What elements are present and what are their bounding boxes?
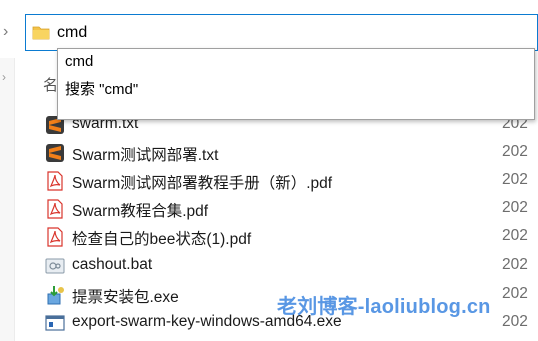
pdf-icon: [47, 171, 63, 191]
autocomplete-option-search[interactable]: 搜索 "cmd": [65, 78, 138, 99]
file-name: Swarm教程合集.pdf: [72, 203, 209, 220]
batch-file-icon: [45, 258, 65, 274]
sublime-text-icon: [46, 144, 64, 162]
file-row[interactable]: 检查自己的bee状态(1).pdf 202: [40, 223, 538, 251]
folder-icon: [32, 26, 50, 40]
file-name: cashout.bat: [72, 256, 153, 273]
navigation-pane[interactable]: ›: [0, 58, 15, 341]
installer-icon: [47, 286, 64, 305]
watermark-text: 老刘博客-laoliublog.cn: [277, 296, 491, 318]
file-date: 202: [502, 171, 528, 188]
file-name: 提票安装包.exe: [72, 289, 179, 306]
file-name: Swarm测试网部署教程手册（新）.pdf: [72, 175, 333, 192]
file-date: 202: [502, 227, 528, 244]
file-date: 202: [502, 256, 528, 273]
address-input[interactable]: cmd: [57, 24, 87, 42]
file-date: 202: [502, 199, 528, 216]
exe-window-icon: [45, 315, 65, 331]
file-date: 202: [502, 143, 528, 160]
file-name: 检查自己的bee状态(1).pdf: [72, 231, 252, 248]
file-row[interactable]: Swarm测试网部署.txt 202: [40, 139, 538, 167]
autocomplete-option-cmd[interactable]: cmd: [65, 53, 93, 70]
column-header-name[interactable]: 名: [43, 74, 58, 95]
pdf-icon: [47, 227, 63, 247]
autocomplete-dropdown: cmd 搜索 "cmd": [57, 48, 535, 120]
file-date: 202: [502, 285, 528, 302]
expand-arrow-icon[interactable]: ›: [2, 70, 6, 84]
file-row[interactable]: cashout.bat 202: [40, 252, 538, 280]
file-date: 202: [502, 313, 528, 330]
address-bar[interactable]: cmd: [25, 14, 538, 51]
file-row[interactable]: Swarm教程合集.pdf 202: [40, 195, 538, 223]
nav-chevron-icon[interactable]: ›: [3, 24, 13, 40]
file-name: Swarm测试网部署.txt: [72, 147, 219, 164]
pdf-icon: [47, 199, 63, 219]
file-row[interactable]: Swarm测试网部署教程手册（新）.pdf 202: [40, 167, 538, 195]
